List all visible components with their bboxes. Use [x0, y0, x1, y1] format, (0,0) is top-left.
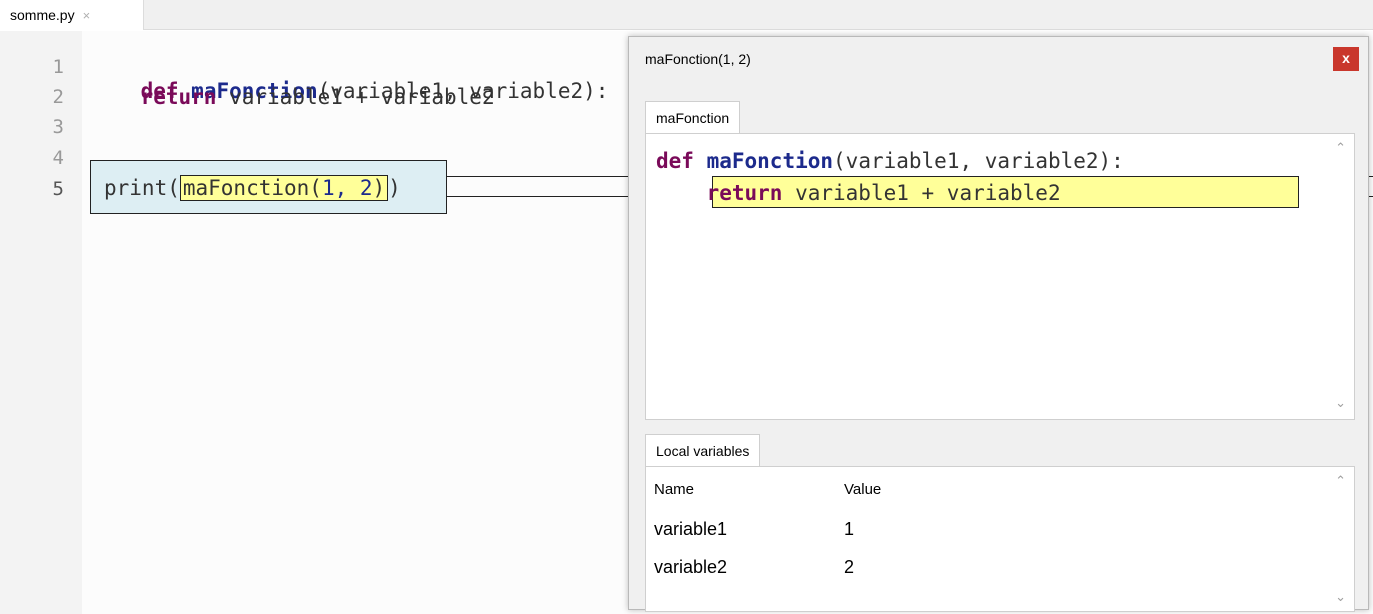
tab-close-icon[interactable]: × — [83, 8, 91, 23]
code-line-2: return variable1 + variable2 — [90, 84, 495, 110]
scroll-up-icon[interactable]: ⌃ — [1335, 140, 1346, 156]
line-number: 4 — [52, 147, 64, 169]
code-text: ) — [388, 176, 401, 200]
call-inspector-window[interactable]: maFonction(1, 2) x maFonction def maFonc… — [628, 36, 1369, 612]
tab-somme-py[interactable]: somme.py × — [0, 0, 144, 30]
line-number: 2 — [52, 86, 64, 108]
code-text: (variable1, variable2): — [833, 149, 1124, 173]
close-button[interactable]: x — [1333, 47, 1359, 71]
function-source-panel[interactable]: def maFonction(variable1, variable2): re… — [645, 133, 1355, 420]
function-name: maFonction — [706, 149, 834, 173]
source-line-1: def maFonction(variable1, variable2): — [656, 148, 1124, 174]
editor-tab-bar: somme.py × — [0, 0, 1373, 30]
variable-name: variable2 — [654, 557, 728, 577]
keyword: return — [140, 85, 217, 109]
column-header-name[interactable]: Name — [654, 481, 694, 498]
scroll-up-icon[interactable]: ⌃ — [1335, 473, 1346, 489]
line-number: 1 — [52, 56, 64, 78]
call-args: 1, 2 — [321, 176, 373, 200]
source-line-2: return variable1 + variable2 — [656, 180, 1061, 206]
call-close: ) — [372, 176, 386, 200]
popup-title: maFonction(1, 2) — [645, 51, 751, 67]
scroll-down-icon[interactable]: ⌄ — [1335, 589, 1346, 605]
call-name: maFonction( — [182, 176, 322, 200]
tab-label: somme.py — [10, 7, 75, 23]
keyword: return — [706, 181, 783, 205]
code-text: variable1 + variable2 — [782, 181, 1061, 205]
code-text: print( — [104, 176, 180, 200]
keyword: def — [656, 149, 694, 173]
tab-local-variables[interactable]: Local variables — [645, 434, 761, 466]
code-line-5: print(maFonction(1, 2)) — [104, 175, 401, 201]
variable-value: 2 — [844, 557, 855, 577]
scroll-down-icon[interactable]: ⌄ — [1335, 395, 1346, 411]
connector-line — [447, 176, 628, 177]
tab-function-source[interactable]: maFonction — [645, 101, 741, 133]
line-number: 3 — [52, 116, 64, 138]
connector-line — [447, 196, 628, 197]
line-number-gutter: 1 2 3 4 5 — [0, 31, 82, 614]
highlighted-call[interactable]: maFonction(1, 2) — [179, 175, 389, 201]
line-number-current: 5 — [52, 178, 64, 200]
call-evaluation-box[interactable]: print(maFonction(1, 2)) — [90, 160, 447, 214]
variable-name: variable1 — [654, 519, 728, 539]
code-text: variable1 + variable2 — [216, 85, 495, 109]
local-variables-table[interactable]: Name Value variable1 1 variable2 2 ⌃ ⌄ — [645, 466, 1355, 612]
column-header-value[interactable]: Value — [844, 481, 881, 498]
variable-value: 1 — [844, 519, 855, 539]
